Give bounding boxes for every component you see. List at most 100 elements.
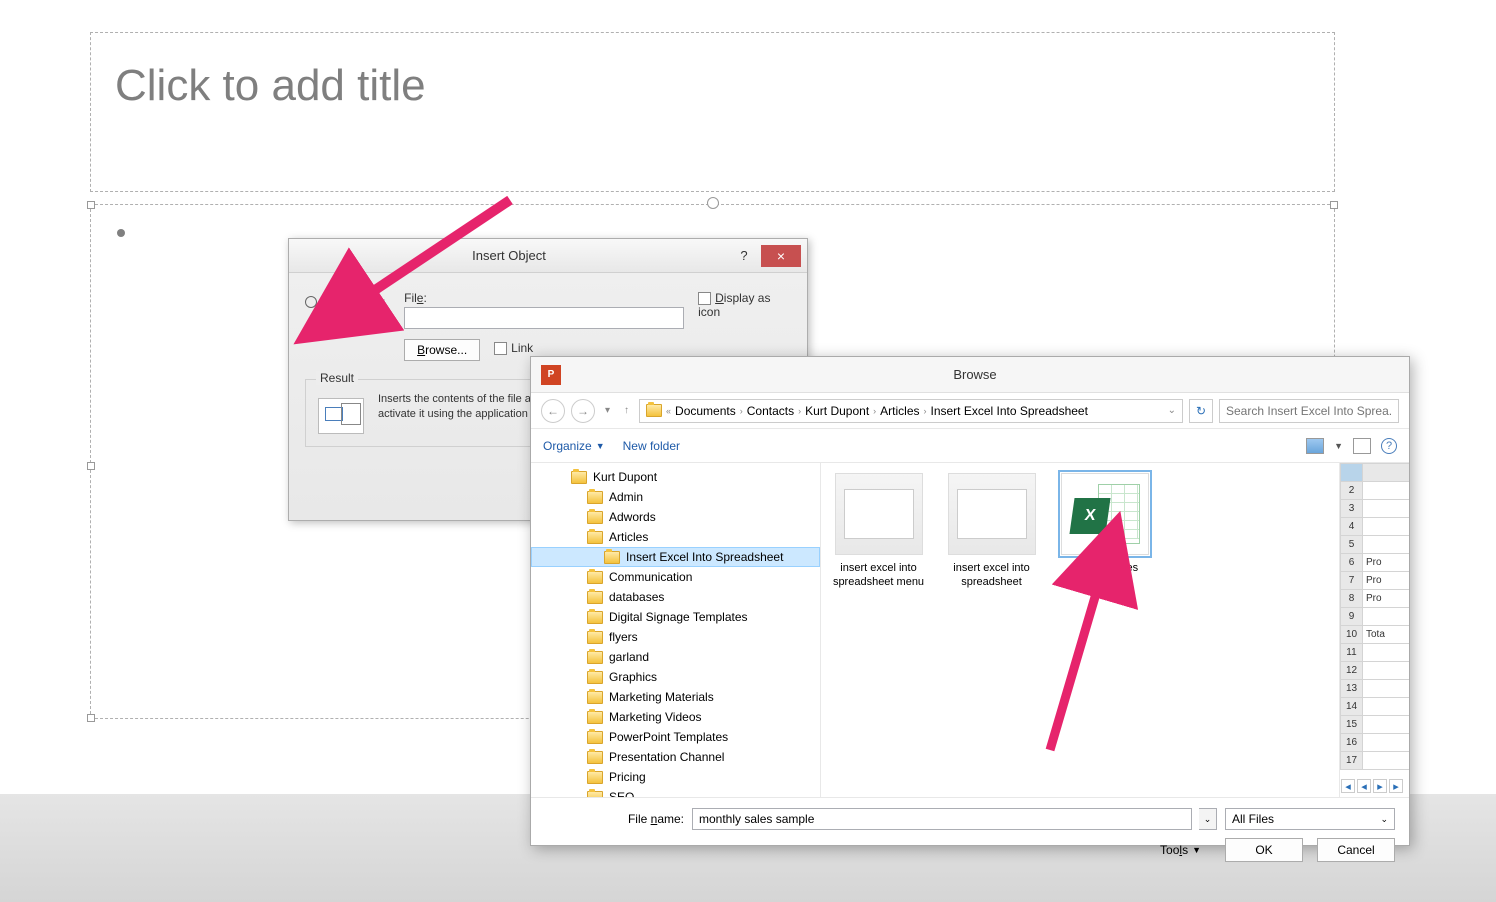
folder-icon (587, 791, 603, 798)
tree-item[interactable]: Marketing Materials (531, 687, 820, 707)
folder-icon (587, 611, 603, 624)
create-from-file-radio[interactable]: Create from file (305, 313, 390, 341)
view-dropdown[interactable]: ▼ (1334, 441, 1343, 451)
tree-item[interactable]: Pricing (531, 767, 820, 787)
search-input[interactable] (1219, 399, 1399, 423)
rotate-handle-icon[interactable] (707, 197, 719, 209)
tree-item[interactable]: SEO (531, 787, 820, 797)
folder-icon (587, 691, 603, 704)
create-new-radio[interactable]: Create new (305, 295, 390, 309)
title-placeholder[interactable]: Click to add title (90, 32, 1335, 192)
browse-title: Browse (571, 367, 1379, 382)
dialog-title: Insert Object (289, 248, 729, 263)
tree-item[interactable]: Marketing Videos (531, 707, 820, 727)
breadcrumb-item[interactable]: Articles (880, 404, 919, 418)
tree-item-label: Communication (609, 570, 692, 584)
folder-icon (587, 591, 603, 604)
folder-icon (587, 491, 603, 504)
tree-item-label: PowerPoint Templates (609, 730, 728, 744)
forward-button[interactable]: → (571, 399, 595, 423)
breadcrumb-item[interactable]: Kurt Dupont (805, 404, 869, 418)
tree-item-label: Pricing (609, 770, 646, 784)
radio-icon (305, 321, 315, 333)
file-tile[interactable]: insert excel into spreadsheet menu (831, 473, 926, 590)
browse-titlebar[interactable]: P Browse (531, 357, 1409, 393)
filename-input[interactable] (692, 808, 1192, 830)
filename-label: File name: (628, 812, 684, 826)
folder-icon (646, 404, 662, 417)
breadcrumb[interactable]: « Documents› Contacts› Kurt Dupont› Arti… (639, 399, 1183, 423)
preview-pane-button[interactable] (1353, 438, 1371, 454)
toolbar: Organize ▼ New folder ▼ ? (531, 429, 1409, 463)
tree-item-label: flyers (609, 630, 638, 644)
tree-item[interactable]: Insert Excel Into Spreadsheet (531, 547, 820, 567)
folder-tree[interactable]: Kurt Dupont Admin Adwords Articles Insert Ex… (531, 463, 821, 797)
view-mode-button[interactable] (1306, 438, 1324, 454)
folder-icon (587, 711, 603, 724)
tree-item-label: Marketing Materials (609, 690, 714, 704)
tree-item[interactable]: flyers (531, 627, 820, 647)
sheet-scroll[interactable]: ◂◂▸▸ (1341, 779, 1403, 793)
ok-button[interactable]: OK (1225, 838, 1303, 862)
filetype-filter[interactable]: All Files⌄ (1225, 808, 1395, 830)
tree-item[interactable]: Graphics (531, 667, 820, 687)
breadcrumb-item[interactable]: Documents (675, 404, 736, 418)
tree-item[interactable]: Adwords (531, 507, 820, 527)
filename-dropdown[interactable]: ⌄ (1199, 808, 1217, 830)
help-button[interactable]: ? (729, 245, 759, 267)
tree-item[interactable]: PowerPoint Templates (531, 727, 820, 747)
link-checkbox[interactable]: Link (494, 341, 533, 355)
folder-icon (604, 551, 620, 564)
cancel-button[interactable]: Cancel (1317, 838, 1395, 862)
file-name: monthly sales sample (1057, 561, 1152, 590)
file-tile[interactable]: Xmonthly sales sample (1057, 473, 1152, 590)
tree-item[interactable]: databases (531, 587, 820, 607)
breadcrumb-item[interactable]: Insert Excel Into Spreadsheet (931, 404, 1088, 418)
tools-dropdown[interactable]: Tools ▼ (1160, 843, 1201, 857)
bullet-icon (117, 229, 125, 237)
result-icon (318, 398, 364, 434)
organize-dropdown[interactable]: Organize ▼ (543, 439, 605, 453)
back-button[interactable]: ← (541, 399, 565, 423)
refresh-button[interactable]: ↻ (1189, 399, 1213, 423)
tree-item-label: Kurt Dupont (593, 470, 657, 484)
tree-item-label: Digital Signage Templates (609, 610, 748, 624)
result-legend: Result (316, 371, 358, 385)
file-path-input[interactable] (404, 307, 684, 329)
folder-icon (587, 671, 603, 684)
close-button[interactable]: × (761, 245, 801, 267)
tree-item[interactable]: Admin (531, 487, 820, 507)
tree-item[interactable]: Articles (531, 527, 820, 547)
browse-dialog: P Browse ← → ▾ ↑ « Documents› Contacts› … (530, 356, 1410, 846)
tree-item-label: Adwords (609, 510, 656, 524)
history-dropdown[interactable]: ▾ (601, 405, 614, 416)
tree-item[interactable]: Communication (531, 567, 820, 587)
resize-handle[interactable] (87, 462, 95, 470)
resize-handle[interactable] (87, 714, 95, 722)
tree-item[interactable]: Presentation Channel (531, 747, 820, 767)
folder-icon (587, 731, 603, 744)
tree-item[interactable]: Kurt Dupont (531, 467, 820, 487)
tree-item[interactable]: garland (531, 647, 820, 667)
breadcrumb-dropdown[interactable]: ⌄ (1168, 405, 1176, 416)
folder-icon (587, 531, 603, 544)
tree-item-label: Insert Excel Into Spreadsheet (626, 550, 783, 564)
tree-item-label: Presentation Channel (609, 750, 724, 764)
folder-icon (587, 511, 603, 524)
resize-handle[interactable] (1330, 201, 1338, 209)
tree-item-label: SEO (609, 790, 634, 797)
resize-handle[interactable] (87, 201, 95, 209)
tree-item-label: databases (609, 590, 664, 604)
help-icon[interactable]: ? (1381, 438, 1397, 454)
tree-item-label: Articles (609, 530, 648, 544)
display-as-icon-checkbox[interactable]: Display as icon (698, 291, 770, 319)
file-label: File: (404, 291, 684, 305)
new-folder-button[interactable]: New folder (623, 439, 680, 453)
dialog-titlebar[interactable]: Insert Object ? × (289, 239, 807, 273)
up-button[interactable]: ↑ (620, 405, 633, 416)
breadcrumb-item[interactable]: Contacts (747, 404, 794, 418)
tree-item-label: Marketing Videos (609, 710, 702, 724)
file-tile[interactable]: insert excel into spreadsheet (944, 473, 1039, 590)
tree-item[interactable]: Digital Signage Templates (531, 607, 820, 627)
browse-button[interactable]: Browse... (404, 339, 480, 361)
